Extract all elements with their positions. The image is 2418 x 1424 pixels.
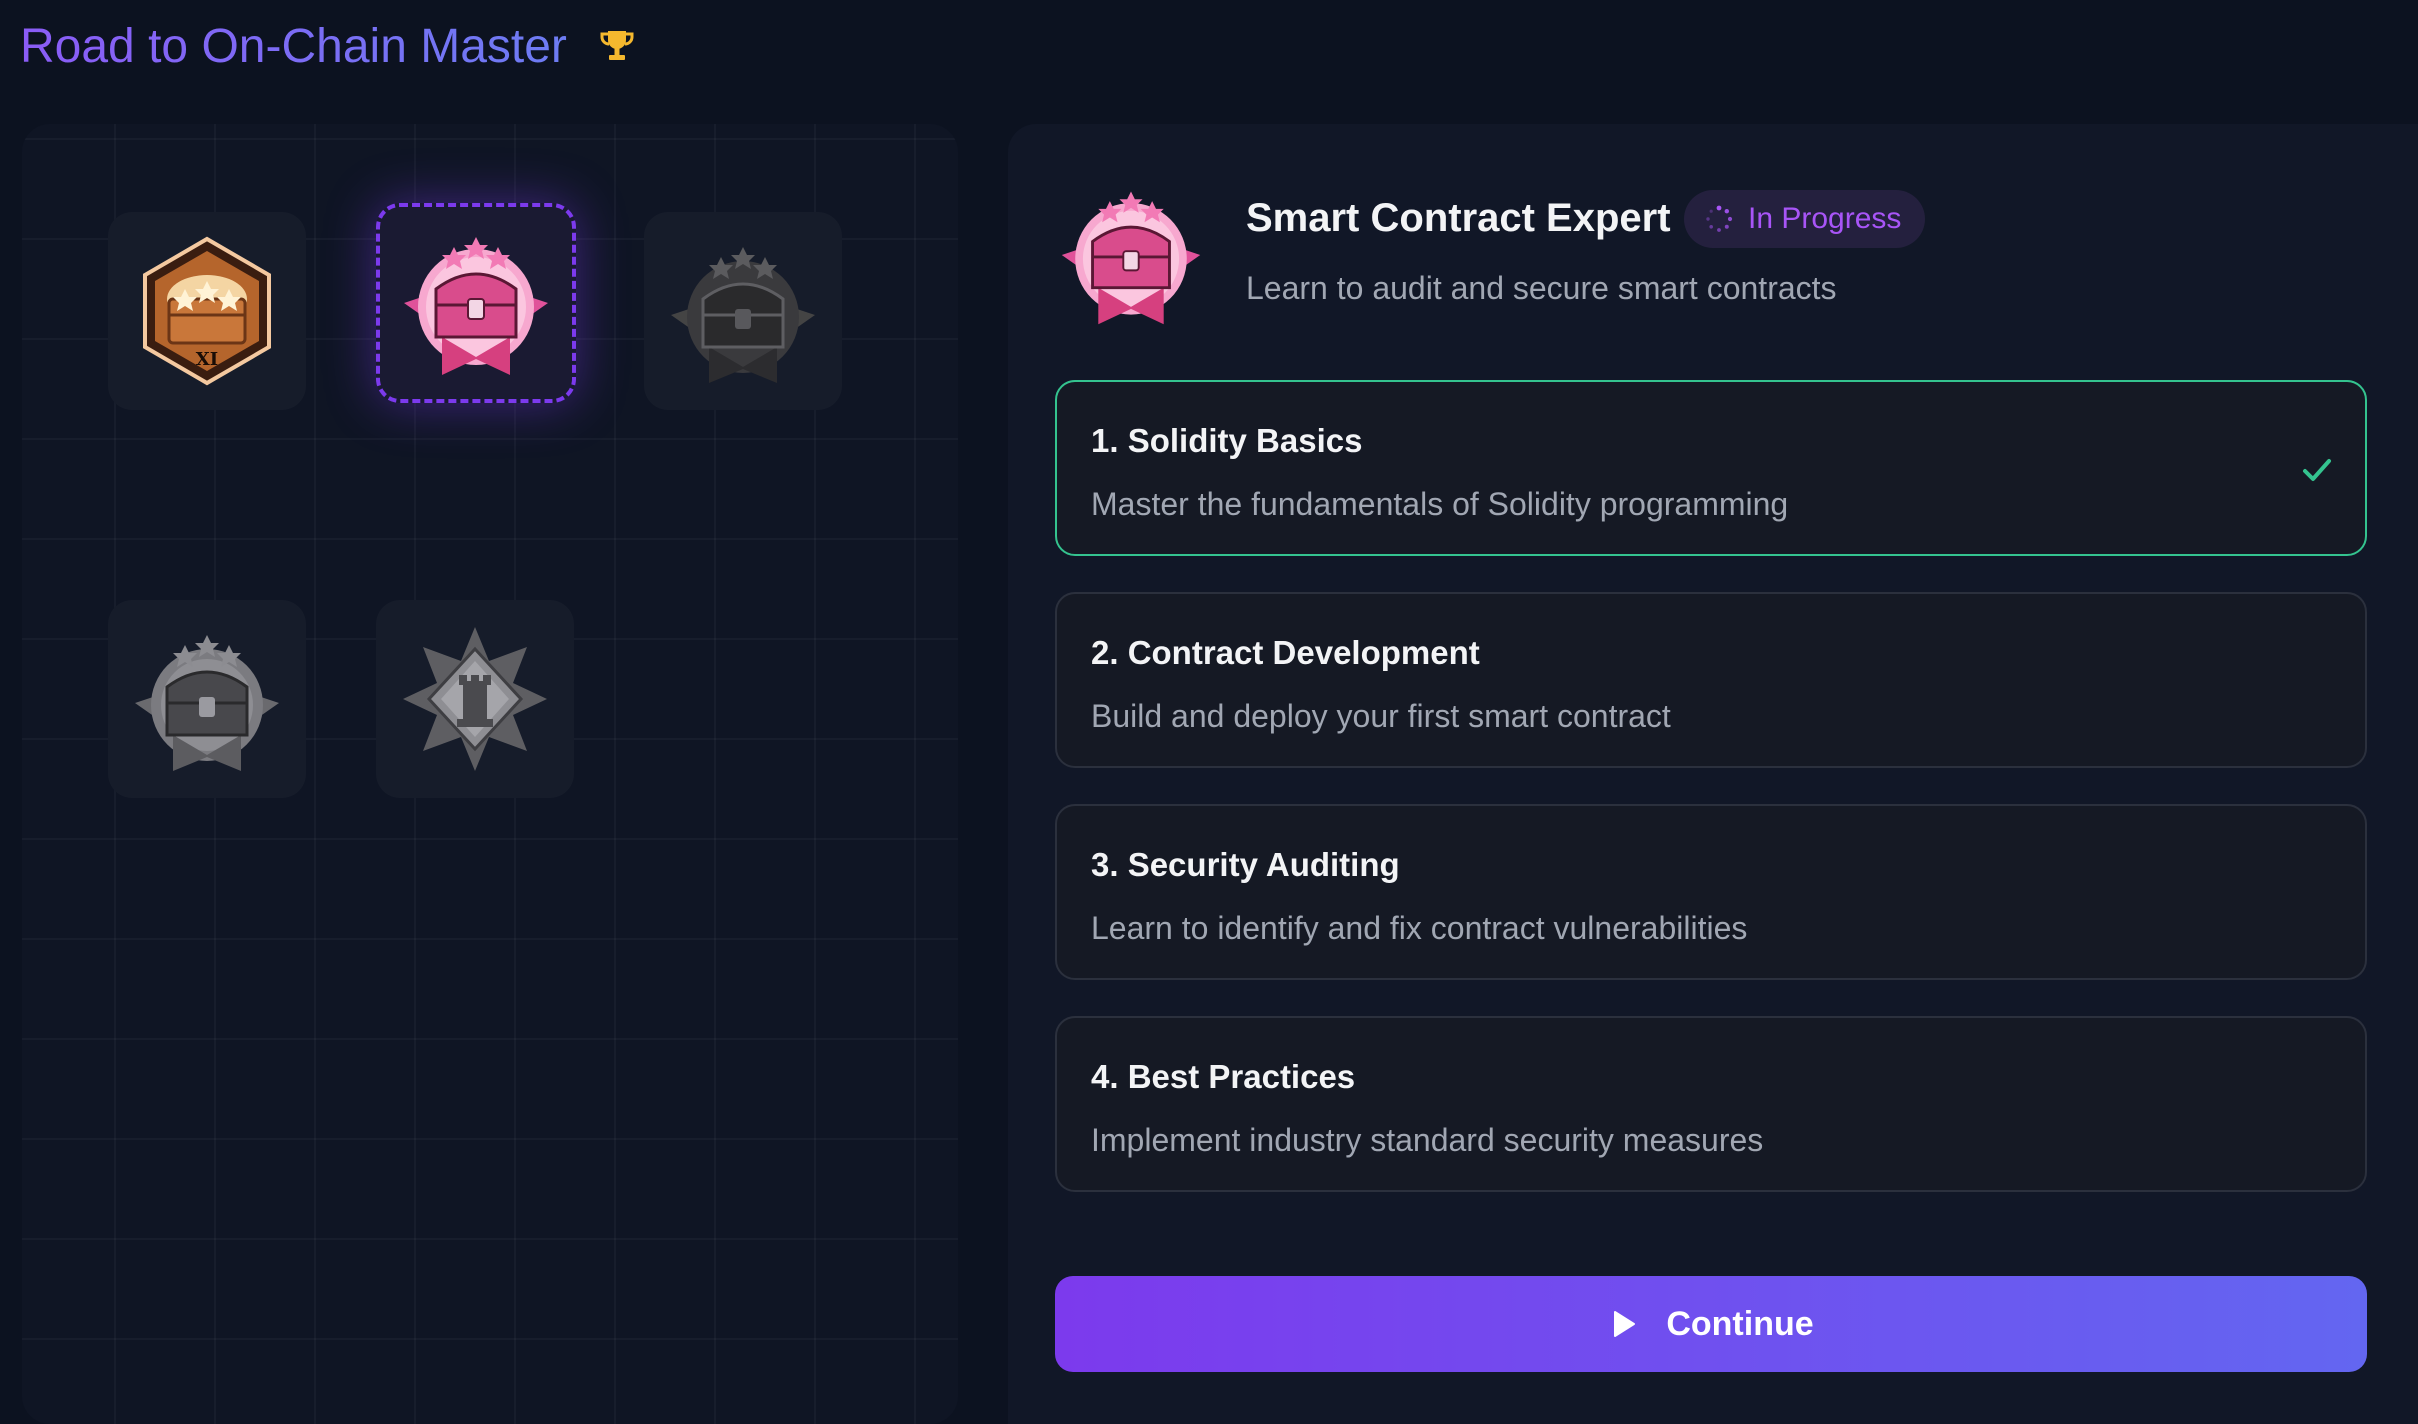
- status-badge: In Progress: [1684, 190, 1926, 248]
- step-description: Build and deploy your first smart contra…: [1091, 698, 1671, 734]
- pink-chest-badge-icon: [404, 237, 548, 375]
- badge-slot-bronze-chest[interactable]: XI: [108, 212, 306, 410]
- step-title: 4. Best Practices: [1091, 1058, 1356, 1095]
- trophy-icon: [600, 31, 634, 60]
- step-title: 2. Contract Development: [1091, 634, 1480, 671]
- play-icon: [1614, 1311, 1636, 1337]
- achievement-header: Smart Contract Expert In Progress Learn …: [1056, 180, 2356, 330]
- svg-text:XI: XI: [196, 349, 218, 370]
- step-card-2[interactable]: 2. Contract Development Build and deploy…: [1055, 592, 2367, 768]
- continue-button-label: Continue: [1666, 1304, 1814, 1343]
- pink-chest-badge-icon: [1061, 191, 1201, 325]
- step-card-4[interactable]: 4. Best Practices Implement industry sta…: [1055, 1016, 2367, 1192]
- achievement-subtitle: Learn to audit and secure smart contract…: [1246, 270, 1837, 306]
- header: Road to On-Chain Master: [20, 14, 637, 78]
- badge-slot-locked-tower[interactable]: [376, 600, 574, 798]
- step-card-1[interactable]: 1. Solidity Basics Master the fundamenta…: [1055, 380, 2367, 556]
- loading-spinner-icon: [1706, 205, 1733, 232]
- step-description: Implement industry standard security mea…: [1091, 1122, 1764, 1158]
- check-icon: [2303, 459, 2331, 481]
- step-title: 3. Security Auditing: [1091, 846, 1400, 883]
- locked-chest-badge-icon: [671, 247, 815, 383]
- badge-slot-locked-chest-1[interactable]: [644, 212, 842, 410]
- achievement-title: Smart Contract Expert: [1246, 196, 1671, 240]
- step-title: 1. Solidity Basics: [1091, 422, 1363, 459]
- locked-tower-badge-icon: [403, 627, 547, 771]
- bronze-chest-badge-icon: XI: [143, 236, 271, 386]
- badge-slot-locked-chest-2[interactable]: [108, 600, 306, 798]
- status-text: In Progress: [1748, 202, 1902, 235]
- locked-chest-badge-icon: [135, 635, 279, 771]
- page-title: Road to On-Chain Master: [20, 19, 567, 73]
- step-description: Master the fundamentals of Solidity prog…: [1091, 486, 1789, 522]
- badge-slot-pink-chest[interactable]: [376, 203, 576, 403]
- step-card-3[interactable]: 3. Security Auditing Learn to identify a…: [1055, 804, 2367, 980]
- step-description: Learn to identify and fix contract vulne…: [1091, 910, 1748, 946]
- continue-button[interactable]: Continue: [1055, 1276, 2367, 1372]
